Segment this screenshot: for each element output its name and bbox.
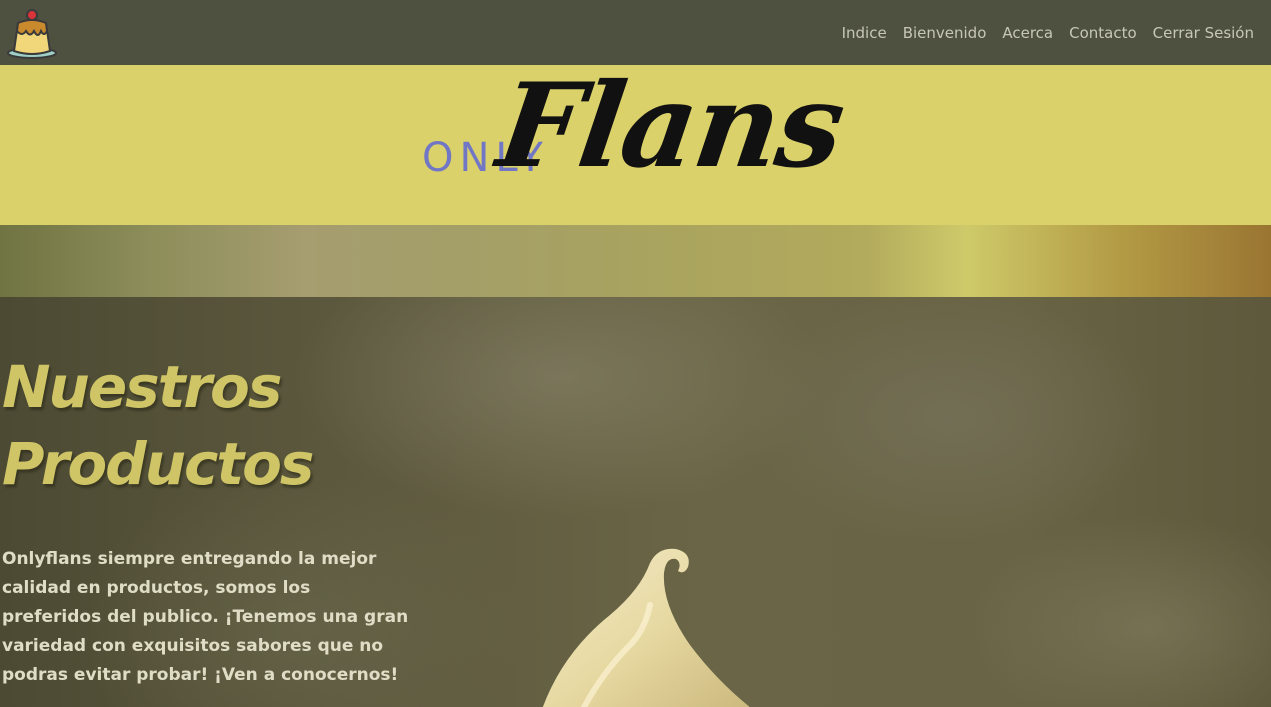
hero-title-line1: Nuestros xyxy=(2,353,282,421)
navbar: Indice Bienvenido Acerca Contacto Cerrar… xyxy=(0,0,1271,65)
hero-title: Nuestros Productos xyxy=(2,349,314,503)
hero-title-line2: Productos xyxy=(2,430,314,498)
nav-link-cerrar-sesion[interactable]: Cerrar Sesión xyxy=(1153,24,1254,42)
nav-link-contacto[interactable]: Contacto xyxy=(1069,24,1137,42)
flan-icon[interactable] xyxy=(6,7,58,59)
nav-link-bienvenido[interactable]: Bienvenido xyxy=(903,24,987,42)
nav-link-indice[interactable]: Indice xyxy=(842,24,887,42)
main-nav: Indice Bienvenido Acerca Contacto Cerrar… xyxy=(842,0,1254,65)
brand-logo-flans: Flans xyxy=(490,58,851,194)
nav-link-acerca[interactable]: Acerca xyxy=(1002,24,1053,42)
cream-swirl-icon xyxy=(520,545,780,707)
hero-description: Onlyflans siempre entregando la mejor ca… xyxy=(2,549,409,685)
decorative-gradient-strip xyxy=(0,225,1271,297)
hero-section: Nuestros Productos Onlyflans siempre ent… xyxy=(0,297,1271,707)
